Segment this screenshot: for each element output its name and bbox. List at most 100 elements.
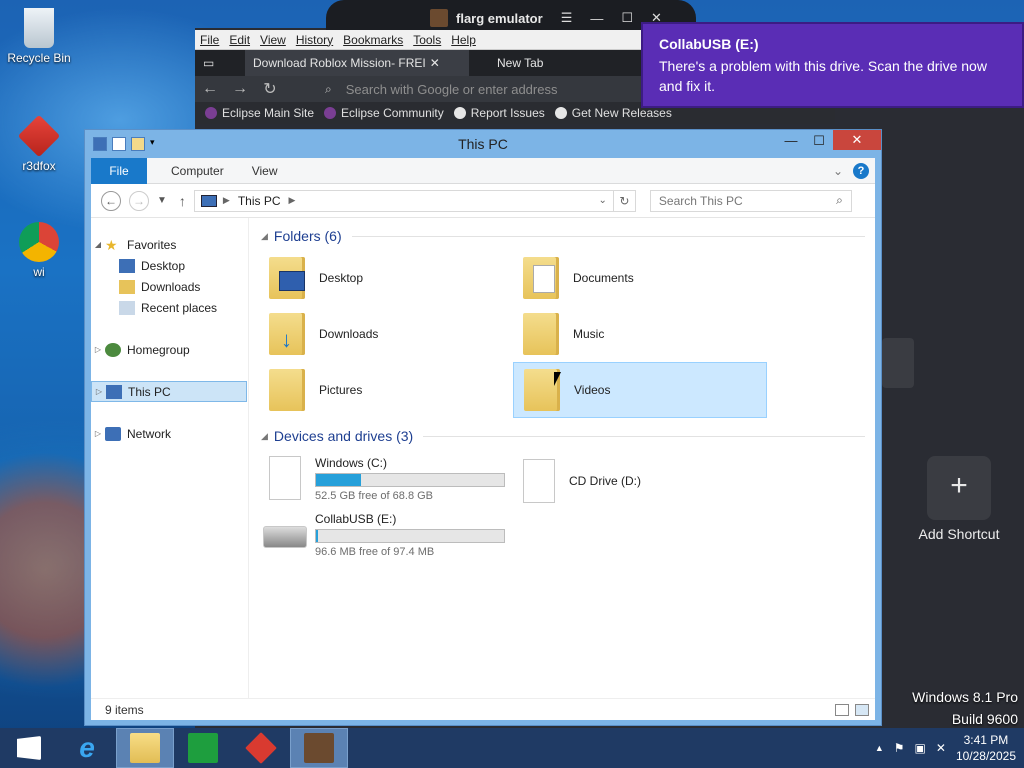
- expand-icon[interactable]: ▷: [91, 345, 105, 354]
- breadcrumb-arrow[interactable]: ▶: [223, 195, 230, 206]
- nav-network[interactable]: ▷ Network: [91, 423, 248, 444]
- menu-bookmarks[interactable]: Bookmarks: [338, 33, 408, 47]
- tab-list-button[interactable]: ▭: [195, 50, 245, 76]
- maximize-icon[interactable]: ☐: [621, 10, 633, 26]
- drive-c[interactable]: Windows (C:) 52.5 GB free of 68.8 GB: [259, 450, 513, 506]
- expand-icon[interactable]: ▷: [91, 429, 105, 438]
- drive-d[interactable]: CD Drive (D:): [513, 450, 767, 506]
- ribbon-tab-view[interactable]: View: [252, 164, 278, 178]
- nav-recent-places[interactable]: Recent places: [91, 297, 248, 318]
- drive-e[interactable]: CollabUSB (E:) 96.6 MB free of 97.4 MB: [259, 506, 513, 562]
- back-icon[interactable]: ←: [195, 80, 225, 98]
- collapse-icon[interactable]: ◢: [261, 431, 268, 442]
- network-icon: [105, 426, 121, 441]
- address-bar[interactable]: ▶ This PC ▶ ⌄: [193, 189, 614, 212]
- star-icon: ★: [105, 236, 118, 253]
- drive-notification[interactable]: CollabUSB (E:) There's a problem with th…: [641, 22, 1024, 108]
- minimize-button[interactable]: —: [777, 130, 805, 152]
- content-pane: ◢ Folders (6) Desktop Documents Downloads…: [249, 218, 875, 698]
- close-button[interactable]: ✕: [833, 130, 881, 150]
- add-shortcut[interactable]: + Add Shortcut: [914, 456, 1004, 542]
- nav-downloads[interactable]: Downloads: [91, 276, 248, 297]
- nav-desktop[interactable]: Desktop: [91, 255, 248, 276]
- help-icon[interactable]: ?: [853, 162, 869, 179]
- search-input[interactable]: Search This PC: [659, 194, 743, 208]
- recent-locations-icon[interactable]: ▼: [157, 195, 167, 206]
- taskbar-store[interactable]: [174, 728, 232, 768]
- start-button[interactable]: [0, 728, 58, 768]
- folder-label: Videos: [574, 383, 611, 397]
- taskbar-file-explorer[interactable]: [116, 728, 174, 768]
- collapse-icon[interactable]: ◢: [91, 240, 105, 249]
- folder-desktop[interactable]: Desktop: [259, 250, 513, 306]
- minimize-icon[interactable]: —: [590, 11, 603, 26]
- nav-favorites[interactable]: ◢ ★ Favorites: [91, 234, 248, 255]
- section-header-folders[interactable]: ◢ Folders (6): [259, 228, 865, 244]
- folder-videos[interactable]: Videos: [513, 362, 767, 418]
- maximize-button[interactable]: ☐: [805, 130, 833, 152]
- folder-documents[interactable]: Documents: [513, 250, 767, 306]
- explorer-body: ◢ ★ Favorites Desktop Downloads Recent pla…: [91, 218, 875, 698]
- bookmark-eclipse-main[interactable]: Eclipse Main Site: [205, 106, 314, 120]
- desktop-icon-recycle-bin[interactable]: Recycle Bin: [4, 8, 74, 65]
- folder-pictures[interactable]: Pictures: [259, 362, 513, 418]
- large-icons-view-icon[interactable]: [855, 703, 869, 716]
- bookmark-eclipse-community[interactable]: Eclipse Community: [324, 106, 444, 120]
- explorer-window: ▾ This PC — ☐ ✕ File Computer View ⌄ ? ←…: [84, 129, 882, 726]
- folder-music[interactable]: Music: [513, 306, 767, 362]
- clock[interactable]: 3:41 PM 10/28/2025: [956, 732, 1016, 764]
- forward-icon[interactable]: →: [225, 80, 255, 98]
- folder-downloads[interactable]: Downloads: [259, 306, 513, 362]
- menu-tools[interactable]: Tools: [408, 33, 446, 47]
- action-center-flag-icon[interactable]: ⚑: [894, 741, 905, 755]
- menu-help[interactable]: Help: [446, 33, 481, 47]
- tab-close-icon[interactable]: ✕: [430, 56, 440, 70]
- details-view-icon[interactable]: [835, 703, 849, 716]
- network-icon[interactable]: ▣: [915, 741, 926, 755]
- expand-ribbon-icon[interactable]: ⌄: [833, 164, 843, 178]
- ribbon-tab-computer[interactable]: Computer: [171, 164, 224, 178]
- desktop-icon-r3dfox[interactable]: r3dfox: [4, 114, 74, 173]
- back-button[interactable]: ←: [101, 190, 121, 211]
- notification-message: There's a problem with this drive. Scan …: [659, 58, 987, 94]
- desktop-icon-wi[interactable]: wi: [4, 222, 74, 279]
- breadcrumb-arrow[interactable]: ▶: [289, 195, 296, 206]
- search-box[interactable]: Search This PC ⌕: [649, 189, 852, 212]
- ribbon-tab-file[interactable]: File: [91, 157, 147, 184]
- nav-label: Downloads: [141, 279, 201, 294]
- collapse-icon[interactable]: ◢: [261, 231, 268, 242]
- menu-history[interactable]: History: [291, 33, 338, 47]
- taskbar-flarg[interactable]: [290, 728, 348, 768]
- show-hidden-icons[interactable]: ▲: [875, 743, 884, 753]
- refresh-icon[interactable]: ↻: [613, 189, 636, 212]
- menu-file[interactable]: File: [195, 33, 224, 47]
- nav-label: Homegroup: [127, 342, 190, 357]
- reload-icon[interactable]: ↻: [255, 79, 285, 99]
- clock-date: 10/28/2025: [955, 749, 1016, 763]
- ribbon: File Computer View ⌄ ?: [91, 157, 875, 184]
- shortcut-tile[interactable]: [882, 338, 914, 388]
- forward-button[interactable]: →: [129, 190, 149, 211]
- url-bar[interactable]: Search with Google or enter address: [346, 82, 558, 97]
- breadcrumb-this-pc[interactable]: This PC: [238, 194, 281, 208]
- volume-muted-icon[interactable]: ✕: [936, 741, 946, 755]
- expand-icon[interactable]: ▷: [92, 387, 106, 396]
- address-dropdown-icon[interactable]: ⌄: [599, 195, 607, 206]
- nav-homegroup[interactable]: ▷ Homegroup: [91, 339, 248, 360]
- taskbar-internet-explorer[interactable]: e: [58, 728, 116, 768]
- menu-icon[interactable]: ☰: [561, 10, 573, 26]
- divider: [423, 435, 865, 437]
- taskbar-r3dfox[interactable]: [232, 728, 290, 768]
- menu-edit[interactable]: Edit: [224, 33, 255, 47]
- section-header-devices[interactable]: ◢ Devices and drives (3): [259, 428, 865, 444]
- tab-new-tab[interactable]: New Tab: [469, 50, 589, 76]
- bookmark-get-new-releases[interactable]: Get New Releases: [554, 106, 672, 120]
- nav-label: Favorites: [127, 237, 177, 252]
- tab-download-roblox[interactable]: Download Roblox Mission- FREI ✕: [245, 50, 469, 76]
- nav-this-pc[interactable]: ▷ This PC: [91, 381, 247, 402]
- up-icon[interactable]: ↑: [179, 193, 186, 209]
- menu-view[interactable]: View: [255, 33, 291, 47]
- github-icon: [453, 107, 466, 119]
- bookmark-report-issues[interactable]: Report Issues: [453, 106, 545, 120]
- internet-explorer-icon: e: [79, 732, 95, 763]
